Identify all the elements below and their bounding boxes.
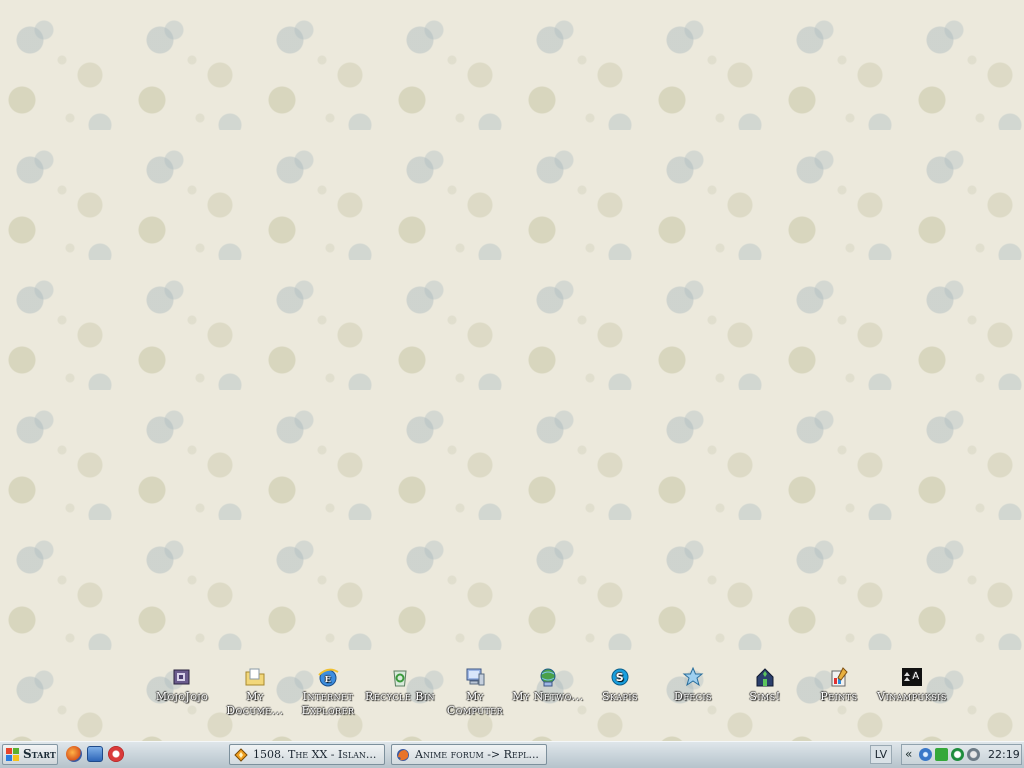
antivirus-icon[interactable] <box>935 748 948 761</box>
taskbar: Start 1508. The XX - Islan... Anime foru… <box>0 741 1024 768</box>
peints-icon <box>828 666 850 688</box>
utorrent-icon[interactable] <box>951 748 964 761</box>
show-desktop-icon[interactable] <box>87 746 103 762</box>
tray-expand-button[interactable]: « <box>905 747 912 761</box>
clock[interactable]: 22:19 <box>988 748 1020 761</box>
task-button-winamp[interactable]: 1508. The XX - Islan... <box>229 744 385 765</box>
desktop-icon-dfecis[interactable]: Dfecis <box>655 666 731 704</box>
messenger-icon[interactable] <box>967 748 980 761</box>
recycle-bin-icon <box>389 666 411 688</box>
firefox-icon <box>396 748 410 762</box>
svg-text:S: S <box>616 671 624 684</box>
desktop-icon-my-computer[interactable]: My Computer <box>437 666 513 718</box>
desktop-icon-sims[interactable]: Sims! <box>727 666 803 704</box>
windows-logo-icon <box>6 748 19 761</box>
sims-icon <box>754 666 776 688</box>
vinampuksis-icon: A <box>901 666 923 688</box>
desktop-icon-vinampuksis[interactable]: A Vinampuksis <box>874 666 950 704</box>
desktop[interactable]: MojoJojo My Docume... e Internet Explore… <box>0 0 1024 741</box>
task-label: Anime forum -> Repl... <box>415 748 539 761</box>
language-indicator[interactable]: LV <box>870 745 892 764</box>
desktop-icon-recycle-bin[interactable]: Recycle Bin <box>362 666 438 704</box>
task-button-firefox[interactable]: Anime forum -> Repl... <box>391 744 547 765</box>
desktop-icon-internet-explorer[interactable]: e Internet Explorer <box>290 666 366 718</box>
desktop-icon-skype[interactable]: S Skapis <box>582 666 658 704</box>
my-computer-icon <box>464 666 486 688</box>
network-icon[interactable] <box>919 748 932 761</box>
desktop-icon-peints[interactable]: Peints <box>801 666 877 704</box>
opera-icon[interactable] <box>108 746 124 762</box>
svg-text:e: e <box>325 672 332 685</box>
start-button[interactable]: Start <box>2 744 58 765</box>
skype-icon: S <box>609 666 631 688</box>
desktop-icon-my-documents[interactable]: My Docume... <box>217 666 293 718</box>
system-tray: « 22:19 <box>901 744 1022 765</box>
firefox-icon[interactable] <box>66 746 82 762</box>
internet-explorer-icon: e <box>317 666 339 688</box>
desktop-icon-my-network[interactable]: My Netwo... <box>510 666 586 704</box>
my-network-icon <box>537 666 559 688</box>
svg-text:A: A <box>912 671 919 682</box>
winamp-icon <box>234 748 248 762</box>
task-label: 1508. The XX - Islan... <box>253 748 377 761</box>
desktop-icon-mojojojo[interactable]: MojoJojo <box>144 666 220 704</box>
my-documents-icon <box>244 666 266 688</box>
dfecis-icon <box>682 666 704 688</box>
start-label: Start <box>23 747 56 761</box>
mojojojo-icon <box>171 666 193 688</box>
